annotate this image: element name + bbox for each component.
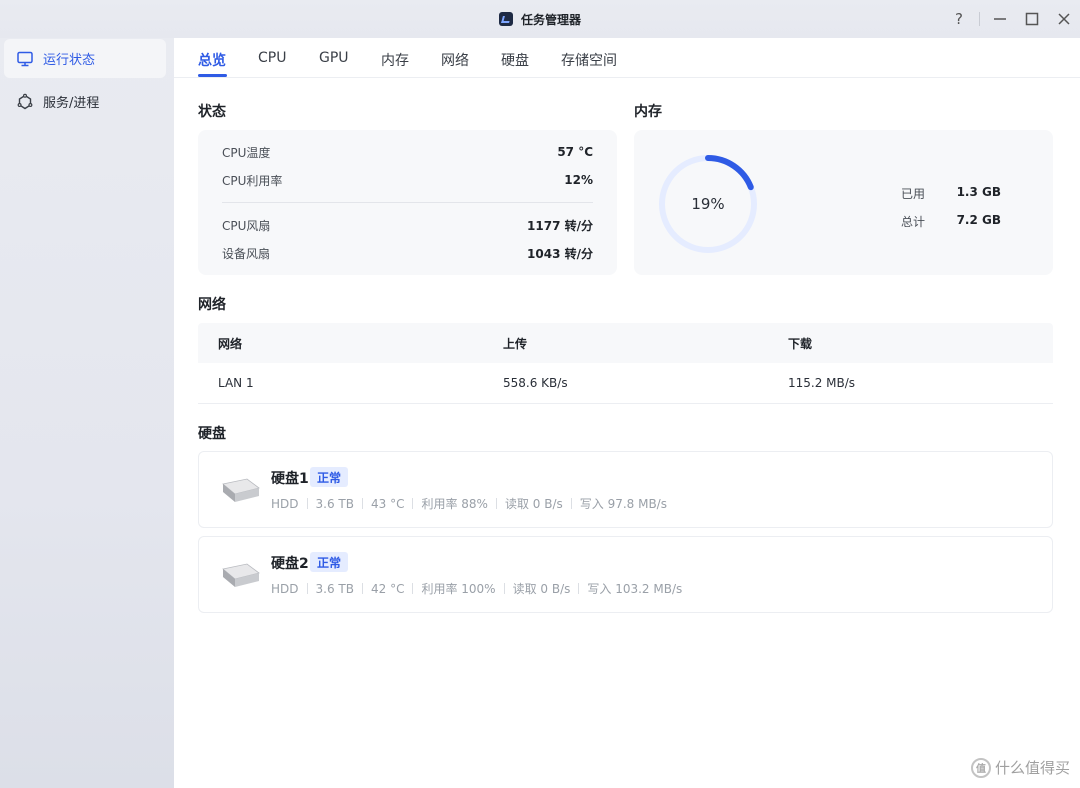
status-value: 12% — [564, 173, 593, 187]
maximize-icon — [1025, 12, 1039, 26]
status-badge: 正常 — [310, 552, 349, 572]
window-controls: ? — [943, 0, 1080, 38]
tab-memory[interactable]: 内存 — [381, 50, 409, 70]
memory-used-row: 已用 1.3 GB — [901, 185, 1001, 202]
controls-divider — [979, 12, 980, 26]
disk-write: 写入 103.2 MB/s — [587, 582, 683, 596]
disk-read: 读取 0 B/s — [504, 497, 563, 511]
sidebar-item-running-status[interactable]: 运行状态 — [4, 39, 166, 78]
help-button[interactable]: ? — [943, 0, 975, 38]
status-label: CPU利用率 — [222, 173, 283, 188]
disk-section-title: 硬盘 — [198, 426, 226, 442]
sidebar-item-services[interactable]: 服务/进程 — [4, 82, 166, 121]
tab-cpu[interactable]: CPU — [258, 50, 286, 66]
disk-name: 硬盘2 — [271, 556, 309, 572]
status-card: CPU温度 57 °C CPU利用率 12% CPU风扇 1177 转/分 设备… — [198, 130, 617, 275]
maximize-button[interactable] — [1016, 0, 1048, 38]
disk-usage: 利用率 100% — [421, 582, 496, 596]
memory-percent: 19% — [691, 195, 725, 213]
disk-usage: 利用率 88% — [421, 497, 488, 511]
tab-disk[interactable]: 硬盘 — [501, 50, 529, 70]
status-value: 1177 转/分 — [527, 218, 593, 233]
header-network: 网络 — [218, 336, 243, 351]
tab-gpu[interactable]: GPU — [319, 50, 349, 66]
status-value: 1043 转/分 — [527, 246, 593, 261]
disk-temp: 42 °C — [370, 581, 405, 596]
tab-storage[interactable]: 存储空间 — [561, 50, 617, 70]
hdd-icon — [222, 563, 260, 587]
hdd-icon — [222, 478, 260, 502]
status-section-title: 状态 — [198, 104, 226, 120]
network-section-title: 网络 — [198, 297, 226, 313]
watermark-logo-icon: 值 — [970, 757, 991, 778]
disk-card-2: 硬盘2 正常 HDD 3.6 TB 42 °C 利用率 100% 读取 0 B/… — [198, 536, 1053, 613]
tab-bar: 总览 CPU GPU 内存 网络 硬盘 存储空间 — [174, 38, 1080, 78]
disk-type: HDD — [271, 496, 299, 511]
memory-used-label: 已用 — [901, 187, 926, 201]
close-button[interactable] — [1048, 0, 1080, 38]
sidebar-item-label: 运行状态 — [43, 53, 96, 68]
memory-total-row: 总计 7.2 GB — [901, 213, 1001, 230]
services-icon — [17, 93, 33, 109]
minimize-icon — [994, 18, 1006, 20]
close-icon — [1058, 13, 1070, 25]
app-logo-icon — [498, 12, 513, 26]
memory-card: 19% 已用 1.3 GB 总计 7.2 GB — [634, 130, 1053, 275]
cell-interface: LAN 1 — [218, 376, 254, 390]
disk-meta: HDD 3.6 TB 42 °C 利用率 100% 读取 0 B/s 写入 10… — [271, 580, 682, 597]
monitor-icon — [17, 51, 33, 66]
status-label: CPU风扇 — [222, 218, 271, 233]
disk-meta: HDD 3.6 TB 43 °C 利用率 88% 读取 0 B/s 写入 97.… — [271, 495, 667, 512]
title-bar: 任务管理器 ? — [0, 0, 1080, 38]
window-title: 任务管理器 — [520, 12, 581, 27]
table-row: LAN 1 558.6 KB/s 115.2 MB/s — [198, 363, 1053, 404]
status-row-cpu-temp: CPU温度 57 °C — [222, 142, 593, 162]
header-download: 下载 — [788, 336, 813, 351]
minimize-button[interactable] — [984, 0, 1016, 38]
sidebar-item-label: 服务/进程 — [43, 96, 100, 111]
disk-write: 写入 97.8 MB/s — [579, 497, 667, 511]
memory-section-title: 内存 — [634, 104, 662, 120]
watermark: 值 什么值得买 — [970, 757, 1070, 778]
active-tab-indicator — [198, 74, 227, 77]
main-panel: 总览 CPU GPU 内存 网络 硬盘 存储空间 状态 CPU温度 57 °C … — [174, 38, 1080, 788]
memory-total-value: 7.2 GB — [956, 213, 1001, 227]
cell-download: 115.2 MB/s — [788, 376, 856, 390]
network-table-header: 网络 上传 下载 — [198, 323, 1053, 363]
memory-total-label: 总计 — [901, 215, 926, 229]
status-label: 设备风扇 — [222, 246, 271, 261]
window-title-group: 任务管理器 — [0, 0, 1080, 38]
disk-type: HDD — [271, 581, 299, 596]
memory-used-value: 1.3 GB — [956, 185, 1001, 199]
status-row-cpu-usage: CPU利用率 12% — [222, 170, 593, 190]
cell-upload: 558.6 KB/s — [503, 376, 568, 390]
disk-temp: 43 °C — [370, 496, 405, 511]
status-badge: 正常 — [310, 467, 349, 487]
disk-name: 硬盘1 — [271, 471, 309, 487]
network-table: 网络 上传 下载 LAN 1 558.6 KB/s 115.2 MB/s — [198, 323, 1053, 404]
header-upload: 上传 — [503, 336, 528, 351]
sidebar: 运行状态 服务/进程 — [0, 38, 174, 788]
disk-read: 读取 0 B/s — [512, 582, 571, 596]
status-label: CPU温度 — [222, 145, 271, 160]
disk-capacity: 3.6 TB — [315, 581, 354, 596]
status-row-device-fan: 设备风扇 1043 转/分 — [222, 243, 593, 263]
tab-overview[interactable]: 总览 — [198, 50, 226, 70]
status-value: 57 °C — [557, 145, 593, 159]
disk-card-1: 硬盘1 正常 HDD 3.6 TB 43 °C 利用率 88% 读取 0 B/s… — [198, 451, 1053, 528]
status-divider — [222, 202, 593, 203]
disk-capacity: 3.6 TB — [315, 496, 354, 511]
tab-network[interactable]: 网络 — [441, 50, 469, 70]
watermark-text: 什么值得买 — [994, 759, 1070, 777]
status-row-cpu-fan: CPU风扇 1177 转/分 — [222, 215, 593, 235]
